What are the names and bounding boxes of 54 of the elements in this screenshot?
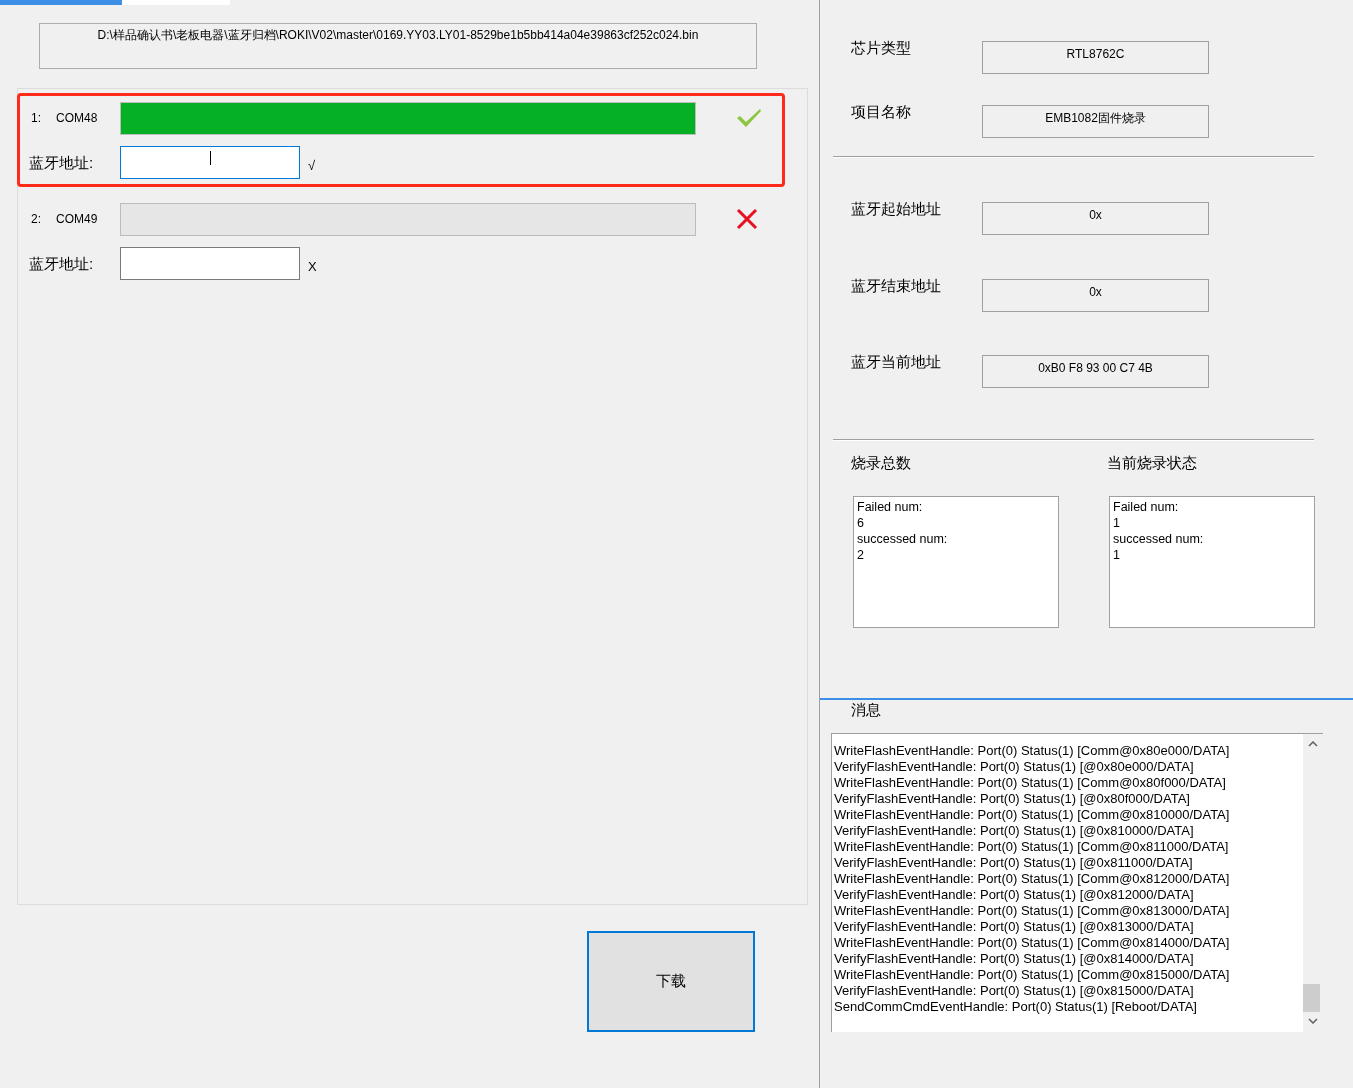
field-label: 蓝牙当前地址 xyxy=(851,353,942,371)
log-line: VerifyFlashEventHandle: Port(0) Status(1) [@0x813000/DATA] xyxy=(834,919,1194,935)
stats-line: successed num: xyxy=(857,531,948,547)
value-field[interactable]: RTL8762C xyxy=(982,41,1209,74)
log-line: WriteFlashEventHandle: Port(0) Status(1) [Comm@0x814000/DATA] xyxy=(834,935,1230,951)
log-line: WriteFlashEventHandle: Port(0) Status(1) [Comm@0x815000/DATA] xyxy=(834,967,1230,983)
field-label: 项目名称 xyxy=(851,103,912,121)
log-line: VerifyFlashEventHandle: Port(0) Status(1) [@0x80f000/DATA] xyxy=(834,791,1190,807)
scrollbar-thumb[interactable] xyxy=(1303,984,1320,1012)
stats-line: 2 xyxy=(857,547,864,563)
log-line: WriteFlashEventHandle: Port(0) Status(1) [Comm@0x80f000/DATA] xyxy=(834,775,1226,791)
field-label: 芯片类型 xyxy=(851,39,912,57)
scroll-up-icon[interactable] xyxy=(1308,741,1318,747)
port-index: 1: xyxy=(31,110,42,126)
log-line: WriteFlashEventHandle: Port(0) Status(1) [Comm@0x810000/DATA] xyxy=(834,807,1230,823)
value-field[interactable]: 0x xyxy=(982,279,1209,312)
file-path-field[interactable]: D:\样品确认书\老板电器\蓝牙归档\ROKI\V02\master\0169.YY03.LY01-8529be1b5bb414a04e39863cf252c024.bin xyxy=(39,23,757,69)
log-line: VerifyFlashEventHandle: Port(0) Status(1) [@0x814000/DATA] xyxy=(834,951,1194,967)
log-line: VerifyFlashEventHandle: Port(0) Status(1) [@0x80e000/DATA] xyxy=(834,759,1194,775)
log-line: WriteFlashEventHandle: Port(0) Status(1) [Comm@0x813000/DATA] xyxy=(834,903,1230,919)
messages-title: 消息 xyxy=(851,701,881,719)
address-label: 蓝牙地址: xyxy=(29,153,95,172)
log-line: VerifyFlashEventHandle: Port(0) Status(1) [@0x815000/DATA] xyxy=(834,983,1194,999)
address-label: 蓝牙地址: xyxy=(29,254,95,273)
section-title: 烧录总数 xyxy=(851,454,911,472)
port-index: 2: xyxy=(31,211,42,227)
address-mark: X xyxy=(308,258,317,275)
log-line: SendCommCmdEventHandle: Port(0) Status(1) [Reboot/DATA] xyxy=(834,999,1197,1015)
address-input-field[interactable] xyxy=(120,247,300,280)
stats-line: successed num: xyxy=(1113,531,1204,547)
port-name: COM48 xyxy=(56,110,99,126)
port-name: COM49 xyxy=(56,211,99,227)
address-mark: √ xyxy=(308,157,316,174)
text-cursor-icon xyxy=(210,151,211,165)
field-label: 蓝牙起始地址 xyxy=(851,200,942,218)
stats-line: Failed num: xyxy=(1113,499,1179,515)
value-field[interactable]: 0xB0 F8 93 00 C7 4B xyxy=(982,355,1209,388)
stats-line: 1 xyxy=(1113,547,1120,563)
log-line: WriteFlashEventHandle: Port(0) Status(1) [Comm@0x812000/DATA] xyxy=(834,871,1230,887)
log-line: WriteFlashEventHandle: Port(0) Status(1) [Comm@0x811000/DATA] xyxy=(834,839,1229,855)
address-input-field[interactable] xyxy=(120,146,300,179)
log-line: VerifyFlashEventHandle: Port(0) Status(1) [@0x811000/DATA] xyxy=(834,855,1193,871)
scroll-down-icon[interactable] xyxy=(1308,1018,1318,1024)
stats-line: 1 xyxy=(1113,515,1120,531)
value-field[interactable]: EMB1082固件烧录 xyxy=(982,105,1209,138)
log-line: VerifyFlashEventHandle: Port(0) Status(1) [@0x812000/DATA] xyxy=(834,887,1194,903)
stats-line: Failed num: xyxy=(857,499,923,515)
download-button[interactable]: 下载 xyxy=(587,931,755,1032)
field-label: 蓝牙结束地址 xyxy=(851,277,942,295)
section-title: 当前烧录状态 xyxy=(1107,454,1197,472)
value-field[interactable]: 0x xyxy=(982,202,1209,235)
stats-line: 6 xyxy=(857,515,864,531)
log-line: VerifyFlashEventHandle: Port(0) Status(1) [@0x810000/DATA] xyxy=(834,823,1194,839)
log-line: WriteFlashEventHandle: Port(0) Status(1) [Comm@0x80e000/DATA] xyxy=(834,743,1230,759)
